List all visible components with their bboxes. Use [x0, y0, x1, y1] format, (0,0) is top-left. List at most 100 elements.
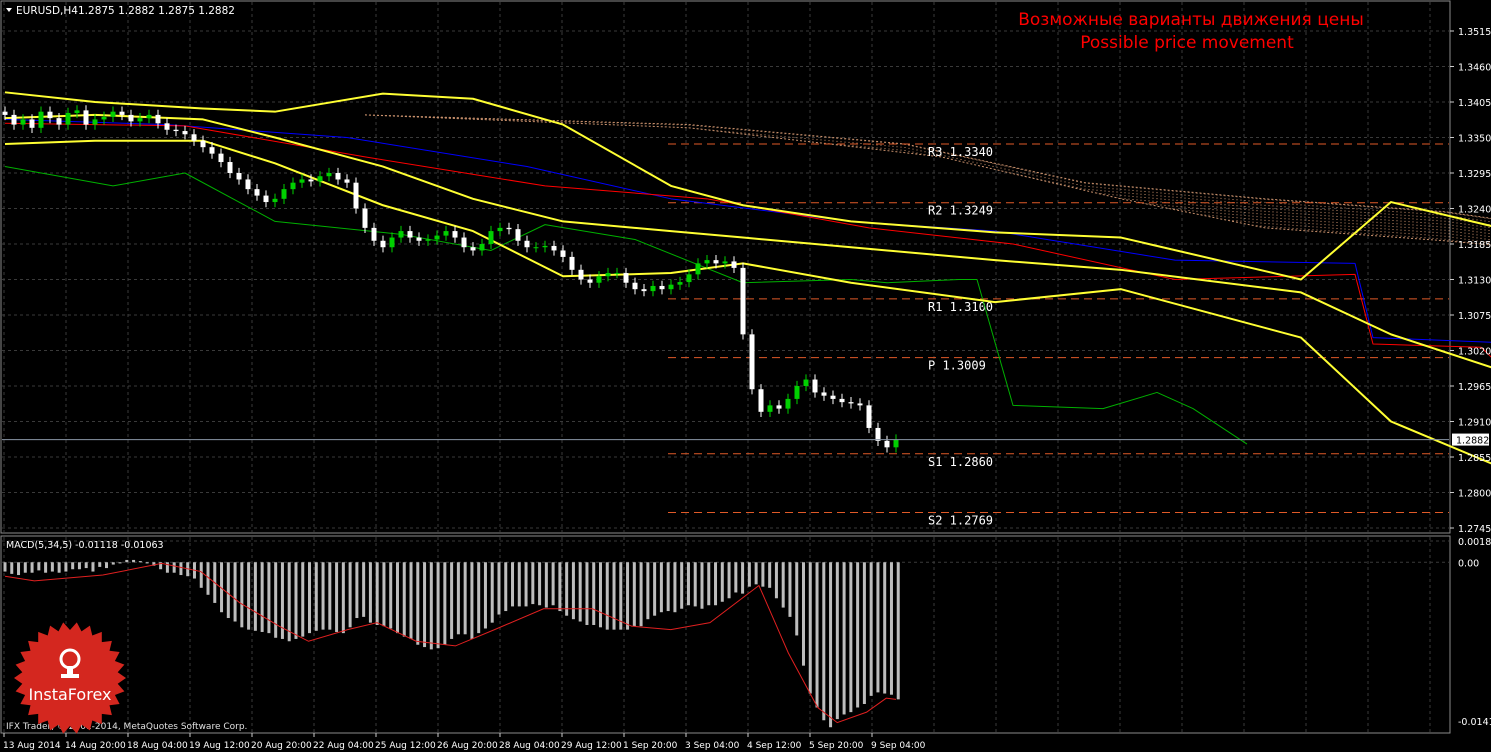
candle-body[interactable]: [740, 267, 746, 335]
candle-body[interactable]: [191, 134, 197, 141]
candle-body[interactable]: [857, 403, 863, 406]
candle-body[interactable]: [596, 276, 602, 283]
candle-body[interactable]: [11, 114, 17, 125]
candle-body[interactable]: [794, 386, 800, 399]
candle-body[interactable]: [776, 405, 782, 409]
candle-body[interactable]: [686, 274, 692, 283]
candle-body[interactable]: [839, 398, 845, 403]
candle-body[interactable]: [506, 227, 512, 230]
candle-body[interactable]: [353, 182, 359, 209]
candle-body[interactable]: [533, 247, 539, 249]
candle-body[interactable]: [29, 119, 35, 128]
candle-body[interactable]: [569, 256, 575, 270]
candle-body[interactable]: [173, 129, 179, 132]
candle-body[interactable]: [632, 282, 638, 290]
candle-body[interactable]: [65, 112, 71, 125]
candle-body[interactable]: [281, 189, 287, 199]
candle-body[interactable]: [38, 111, 44, 128]
candle-body[interactable]: [875, 427, 881, 441]
candle-body[interactable]: [74, 110, 80, 113]
candle-body[interactable]: [83, 110, 89, 125]
candle-body[interactable]: [344, 179, 350, 183]
candle-body[interactable]: [407, 231, 413, 238]
candle-body[interactable]: [335, 173, 341, 180]
candle-body[interactable]: [299, 179, 305, 183]
candle-body[interactable]: [641, 289, 647, 292]
candle-body[interactable]: [2, 111, 8, 115]
candle-body[interactable]: [362, 208, 368, 228]
candle-body[interactable]: [137, 118, 143, 122]
price-chart[interactable]: R3 1.3340R2 1.3249R1 1.3100P 1.3009S1 1.…: [0, 0, 1491, 752]
candle-body[interactable]: [461, 237, 467, 248]
candle-body[interactable]: [866, 405, 872, 428]
candle-body[interactable]: [623, 273, 629, 283]
candle-body[interactable]: [272, 198, 278, 203]
candle-body[interactable]: [560, 250, 566, 257]
candle-body[interactable]: [830, 395, 836, 399]
candle-body[interactable]: [326, 173, 332, 177]
candle-body[interactable]: [416, 237, 422, 241]
candle-body[interactable]: [587, 279, 593, 283]
candle-body[interactable]: [479, 244, 485, 251]
candle-body[interactable]: [128, 114, 134, 122]
candle-body[interactable]: [317, 176, 323, 182]
candle-body[interactable]: [101, 116, 107, 120]
candle-body[interactable]: [389, 237, 395, 248]
candle-body[interactable]: [677, 282, 683, 285]
candle-body[interactable]: [209, 147, 215, 154]
candle-body[interactable]: [245, 179, 251, 190]
candle-body[interactable]: [92, 119, 98, 125]
candle-body[interactable]: [155, 114, 161, 124]
candle-body[interactable]: [713, 260, 719, 264]
candle-body[interactable]: [605, 273, 611, 277]
candle-body[interactable]: [614, 273, 620, 275]
candle-body[interactable]: [164, 123, 170, 130]
candle-body[interactable]: [722, 261, 728, 264]
candle-body[interactable]: [749, 334, 755, 390]
candle-body[interactable]: [20, 119, 26, 125]
candle-body[interactable]: [524, 240, 530, 248]
candle-body[interactable]: [227, 162, 233, 173]
candle-body[interactable]: [884, 440, 890, 448]
candle-body[interactable]: [443, 231, 449, 236]
candle-body[interactable]: [236, 173, 242, 180]
candle-body[interactable]: [146, 114, 152, 119]
candle-body[interactable]: [119, 111, 125, 115]
candle-body[interactable]: [56, 118, 62, 125]
candle-body[interactable]: [290, 182, 296, 190]
candle-body[interactable]: [758, 389, 764, 412]
candle-body[interactable]: [452, 231, 458, 238]
candle-body[interactable]: [668, 284, 674, 290]
candle-body[interactable]: [470, 247, 476, 251]
candle-body[interactable]: [848, 402, 854, 404]
candle-body[interactable]: [731, 261, 737, 268]
candle-body[interactable]: [551, 245, 557, 251]
candle-body[interactable]: [110, 111, 116, 117]
candle-body[interactable]: [218, 153, 224, 163]
candle-body[interactable]: [380, 240, 386, 248]
candle-body[interactable]: [497, 227, 503, 232]
candle-body[interactable]: [182, 131, 188, 135]
candle-body[interactable]: [803, 379, 809, 386]
candle-body[interactable]: [785, 398, 791, 409]
candle-body[interactable]: [893, 439, 899, 448]
candle-body[interactable]: [650, 285, 656, 292]
candle-body[interactable]: [821, 392, 827, 396]
candle-body[interactable]: [812, 379, 818, 393]
candle-body[interactable]: [371, 227, 377, 241]
candle-body[interactable]: [263, 195, 269, 203]
candle-body[interactable]: [515, 229, 521, 241]
candle-body[interactable]: [659, 285, 665, 290]
candle-body[interactable]: [704, 260, 710, 264]
candle-body[interactable]: [308, 179, 314, 182]
candle-body[interactable]: [434, 235, 440, 240]
candle-body[interactable]: [578, 269, 584, 280]
candle-body[interactable]: [254, 189, 260, 196]
candle-body[interactable]: [488, 231, 494, 244]
candle-body[interactable]: [47, 111, 53, 119]
candle-body[interactable]: [200, 140, 206, 148]
candle-body[interactable]: [542, 245, 548, 248]
candle-body[interactable]: [398, 231, 404, 238]
candle-body[interactable]: [695, 263, 701, 275]
candle-body[interactable]: [425, 239, 431, 241]
